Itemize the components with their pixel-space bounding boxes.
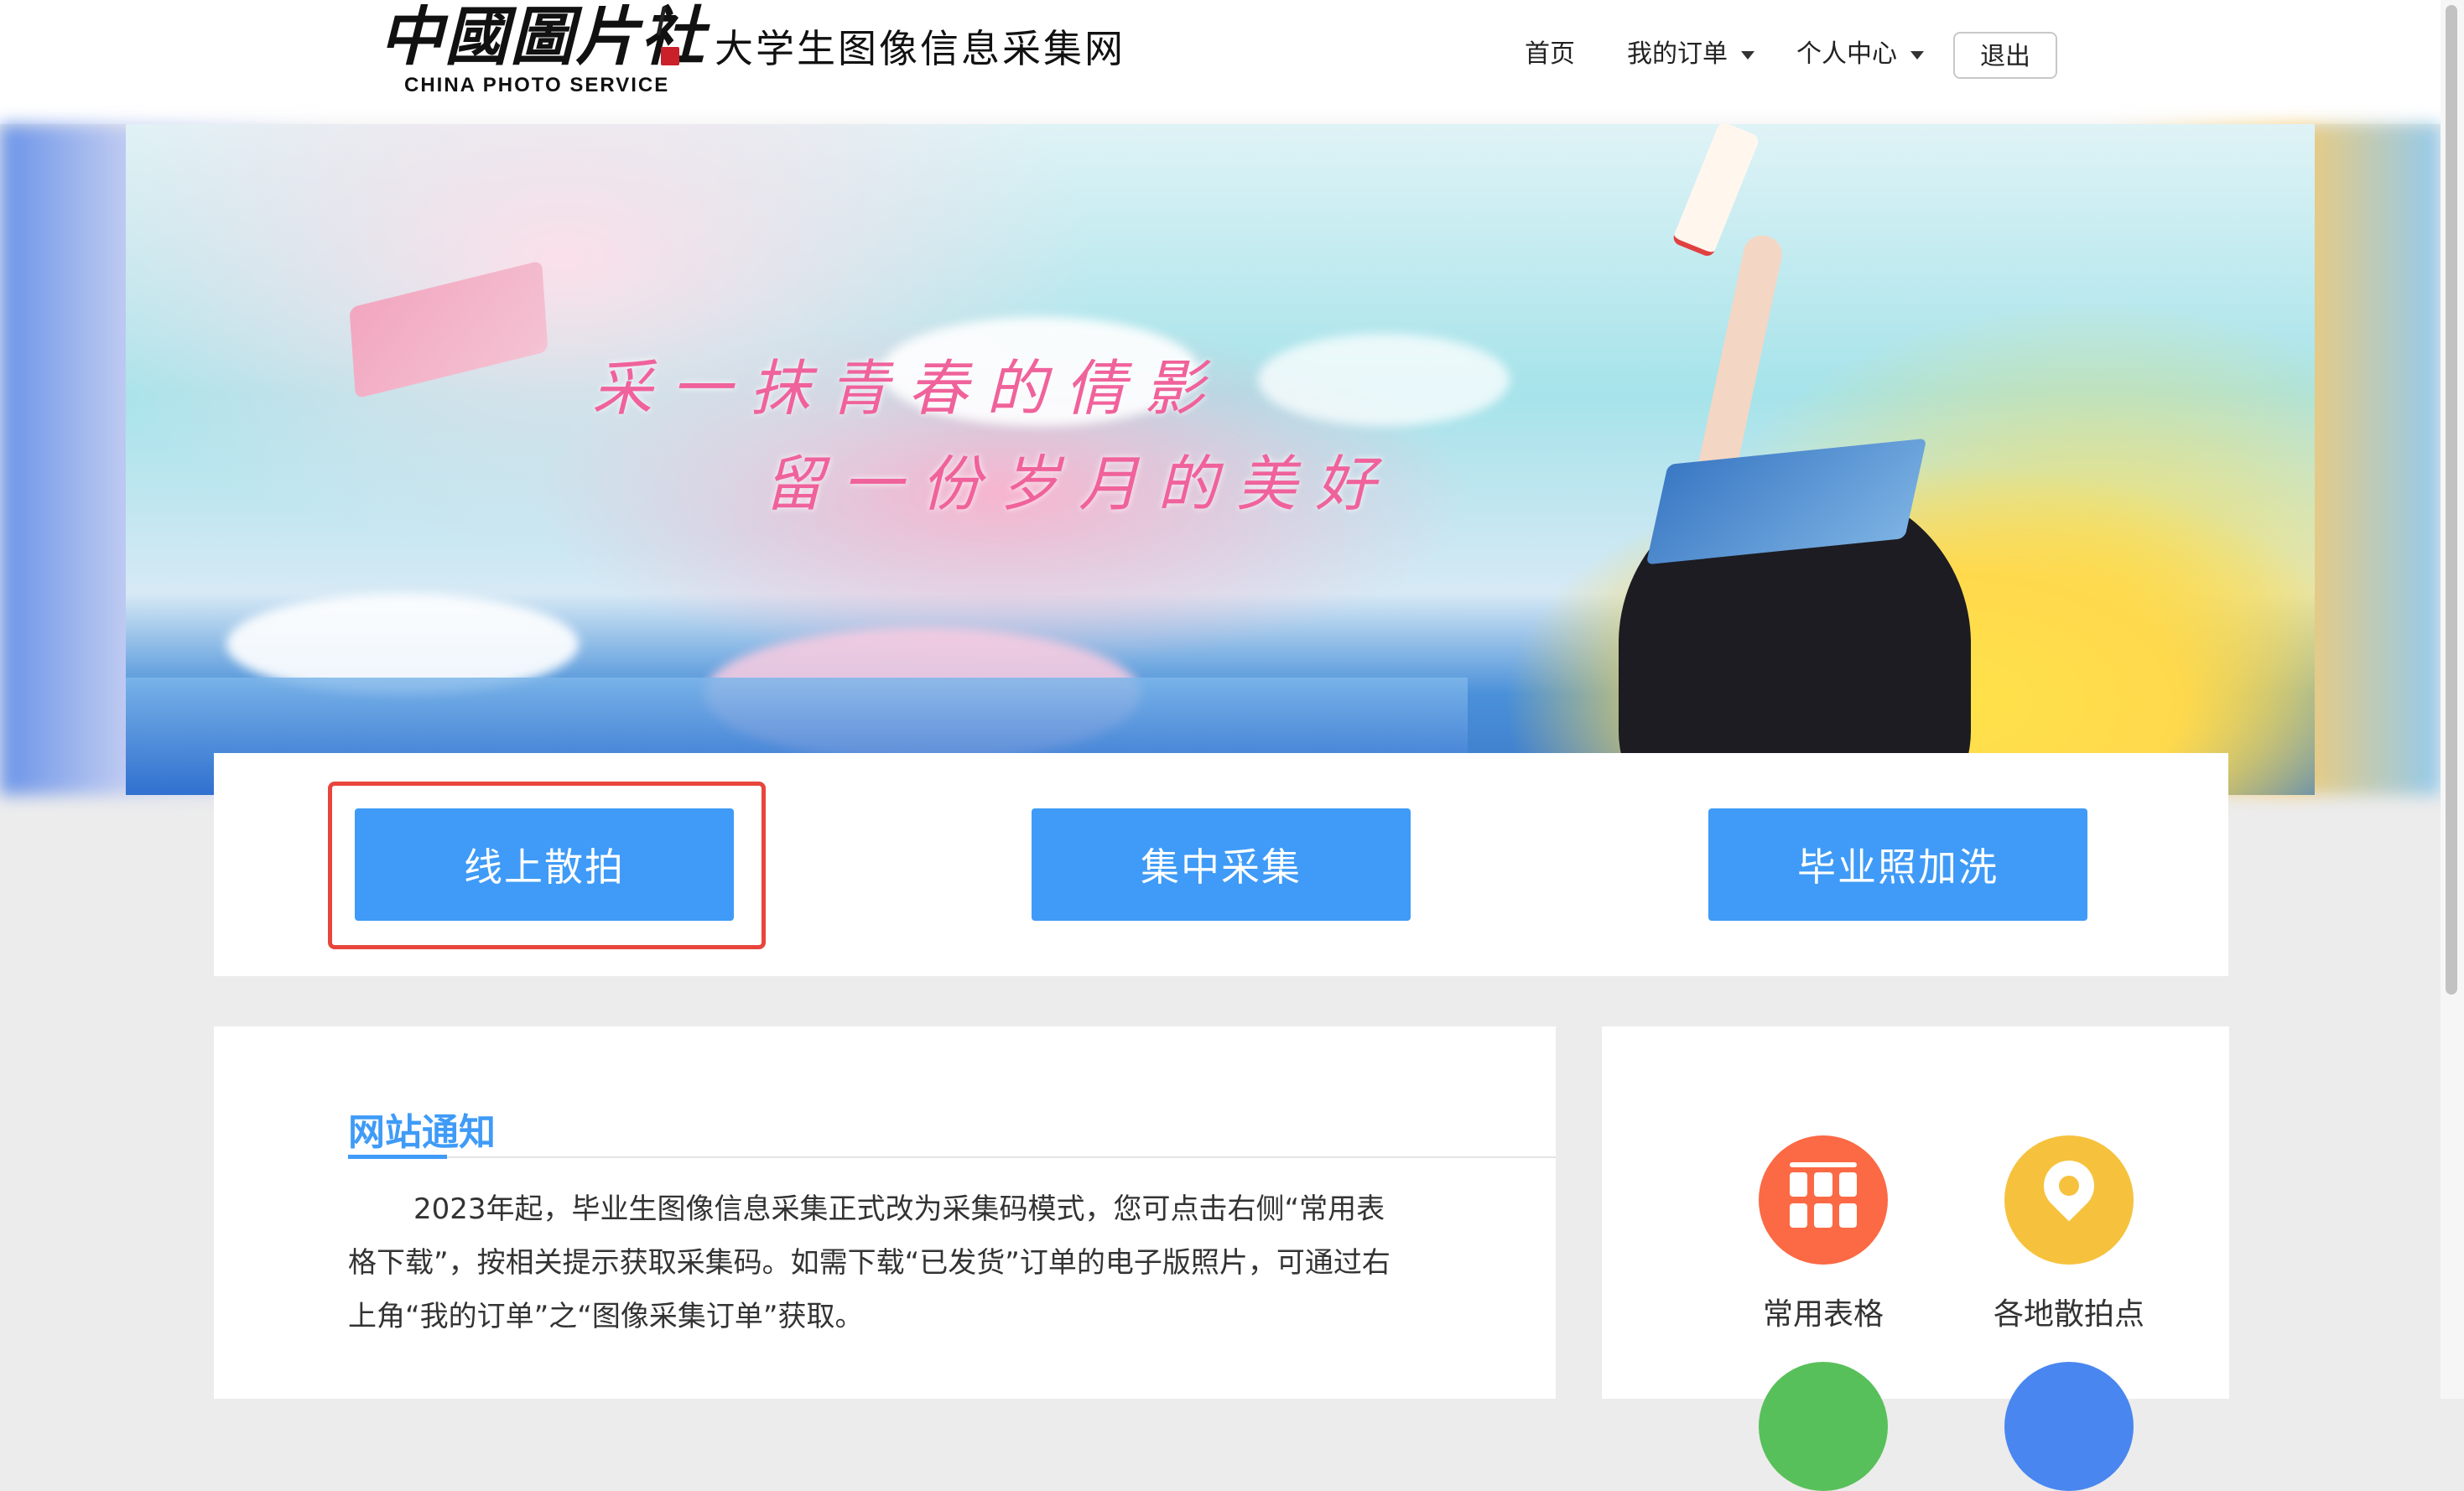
online-shoot-button[interactable]: 线上散拍 xyxy=(355,808,734,921)
common-forms-label: 常用表格 xyxy=(1762,1297,1884,1332)
shoot-locations-label: 各地散拍点 xyxy=(1993,1297,2144,1332)
diploma-icon xyxy=(1671,124,1761,259)
tool-link-4[interactable] xyxy=(1968,1362,2170,1491)
shoot-locations-link[interactable]: 各地散拍点 xyxy=(1968,1135,2170,1333)
chevron-down-icon xyxy=(1741,50,1754,60)
banner-slogan-line1: 采一抹青春的倩影 xyxy=(592,353,1224,423)
graduation-cap-icon xyxy=(349,260,548,399)
chevron-down-icon xyxy=(1910,50,1924,60)
nav-home[interactable]: 首页 xyxy=(1525,34,1575,75)
banner-slogan-line2: 留一份岁月的美好 xyxy=(763,449,1395,519)
site-logo[interactable]: 中國圖片社 CHINA PHOTO SERVICE xyxy=(379,0,731,105)
nav-personal-center[interactable]: 个人中心 xyxy=(1796,34,1924,75)
top-header: 中國圖片社 CHINA PHOTO SERVICE 大学生图像信息采集网 首页 … xyxy=(0,0,2441,124)
nav-personal-center-label: 个人中心 xyxy=(1796,39,1897,69)
common-forms-link[interactable]: 常用表格 xyxy=(1723,1135,1924,1333)
notice-card: 网站通知 2023年起，毕业生图像信息采集正式改为采集码模式，您可点击右侧“常用… xyxy=(214,1026,1556,1399)
table-grid-icon xyxy=(1759,1135,1888,1265)
logo-chinese-text: 中國圖片社 xyxy=(379,0,706,74)
green-icon xyxy=(1759,1362,1888,1491)
centralized-collection-button[interactable]: 集中采集 xyxy=(1032,808,1411,921)
graduation-photo-print-button[interactable]: 毕业照加洗 xyxy=(1708,808,2087,921)
location-pin-icon xyxy=(2004,1135,2134,1265)
nav-home-label: 首页 xyxy=(1525,39,1575,69)
notice-title: 网站通知 xyxy=(348,1111,496,1154)
nav-my-orders[interactable]: 我的订单 xyxy=(1627,34,1754,75)
notice-body: 2023年起，毕业生图像信息采集正式改为采集码模式，您可点击右侧“常用表格下载”… xyxy=(348,1192,1391,1333)
divider xyxy=(348,1156,1556,1158)
scrollbar-thumb[interactable] xyxy=(2446,5,2457,995)
hero-banner: 采一抹青春的倩影 留一份岁月的美好 xyxy=(126,124,2315,795)
blue-icon xyxy=(2004,1362,2134,1491)
logo-english-text: CHINA PHOTO SERVICE xyxy=(404,74,670,96)
action-panel: 线上散拍 集中采集 毕业照加洗 xyxy=(214,753,2228,976)
logo-seal-icon xyxy=(655,7,685,65)
tool-link-3[interactable] xyxy=(1723,1362,1924,1491)
nav-my-orders-label: 我的订单 xyxy=(1627,39,1728,69)
tools-card: 常用表格 各地散拍点 xyxy=(1602,1026,2229,1491)
site-name: 大学生图像信息采集网 xyxy=(715,26,1125,71)
logout-button[interactable]: 退出 xyxy=(1953,32,2057,79)
